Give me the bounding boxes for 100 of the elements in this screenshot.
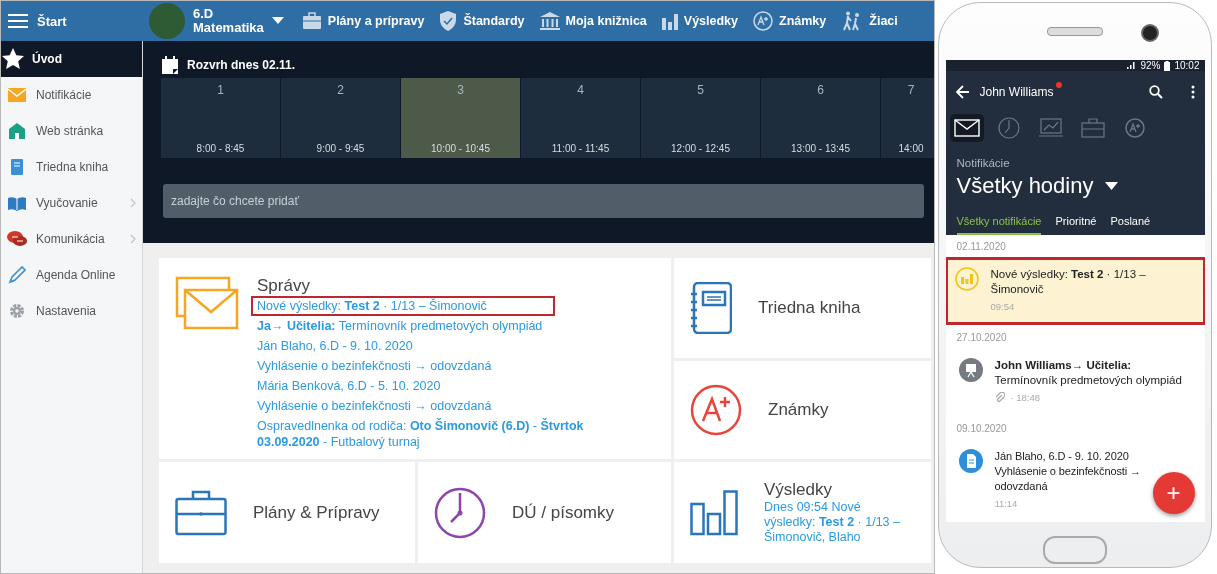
chevron-right-icon [130, 234, 136, 244]
clock-icon [434, 486, 486, 539]
more-icon [1190, 85, 1195, 99]
filter-tab[interactable]: Prioritné [1055, 215, 1097, 235]
grade-icon [753, 11, 774, 31]
filter-dropdown[interactable]: Všetky hodiny [956, 173, 1094, 199]
notification-text: John Williams→ Učitelia: Termínovník predmetových olympiád [994, 358, 1183, 388]
card-title: DÚ / písomky [512, 502, 615, 523]
signal-icon [1126, 61, 1137, 70]
sidebar-item[interactable]: Agenda Online [1, 257, 142, 293]
nav-link[interactable]: Výsledky [661, 12, 739, 30]
bar-chart-icon [690, 489, 738, 536]
notification-time: 11:14 [994, 497, 1018, 511]
schedule-title: Rozvrh dnes 02.11. [187, 58, 296, 72]
battery-level: 92% [1140, 60, 1161, 71]
notebook-icon [10, 158, 24, 176]
sidebar-item[interactable]: Web stránka [1, 113, 142, 149]
notebook-icon [690, 282, 732, 334]
photo-placeholder [149, 3, 185, 39]
nav-link[interactable]: Moja knižnica [539, 12, 647, 30]
tile-card[interactable]: Známky [674, 361, 931, 459]
document-icon [958, 449, 983, 473]
house-icon [8, 122, 26, 140]
caret-icon [271, 17, 284, 25]
lesson-period[interactable]: 1 8:00 - 8:45 [161, 78, 280, 158]
clock-icon [997, 117, 1020, 139]
start-menu-button[interactable]: Štart [1, 13, 137, 29]
star-icon [1, 47, 25, 71]
sidebar-item[interactable]: Komunikácia [1, 221, 142, 257]
notification-item[interactable]: John Williams→ Učitelia: Termínovník predmetových olympiád · 18:48 [945, 348, 1205, 416]
menu-icon [8, 13, 28, 29]
sidebar-item[interactable]: Notifikácie [1, 77, 142, 113]
columns-building-icon [539, 12, 560, 30]
date-label: 27.10.2020 [955, 331, 1008, 345]
calendar-icon [161, 55, 179, 75]
speaker-grille [1047, 27, 1103, 36]
pen-icon [8, 266, 26, 284]
card-title: Triedna kniha [758, 298, 861, 318]
open-book-icon [7, 195, 27, 211]
card-title: Plány & Prípravy [253, 502, 380, 523]
back-arrow-icon [955, 85, 970, 99]
add-button[interactable]: + [1152, 472, 1195, 514]
notification-time: · 18:48 [1010, 391, 1041, 405]
envelope-icon [953, 119, 980, 137]
speech-bubbles-icon [7, 230, 27, 248]
envelope-icon [175, 276, 239, 332]
icon-tab[interactable] [949, 114, 984, 142]
card-title: Známky [768, 400, 829, 420]
card-title: Výsledky [764, 480, 834, 500]
battery-icon [1164, 60, 1171, 71]
card-title: Správy [257, 276, 311, 296]
nav-link[interactable]: Štandardy [439, 11, 525, 31]
notification-item[interactable]: Ján Blaho, 6.D - 9. 10. 2020 Vyhlásenie o bezinfekčnosti → odovzdaná 11:14 [945, 439, 1155, 522]
tile-card[interactable]: Plány & Prípravy [159, 462, 415, 563]
section-label: Notifikácie [955, 156, 1011, 169]
chevron-right-icon [130, 198, 136, 208]
search-icon [1148, 85, 1163, 99]
tile-card[interactable]: Triedna kniha [674, 258, 931, 358]
briefcase-icon [301, 12, 322, 30]
bar-chart-icon [661, 12, 678, 30]
notification-text: Nové výsledky: Test 2 · 1/13 – Šimonovič [990, 267, 1147, 297]
nav-link[interactable]: Žiaci [841, 11, 898, 31]
notification-time: 09:54 [990, 300, 1015, 314]
envelope-icon [8, 88, 26, 102]
date-label: 09.10.2020 [955, 422, 1008, 436]
briefcase-icon [175, 489, 227, 536]
notification-text: Ján Blaho, 6.D - 9. 10. 2020 Vyhlásenie o bezinfekčnosti → odovzdaná [994, 449, 1142, 494]
easel-icon [958, 358, 983, 382]
add-input-field[interactable]: zadajte čo chcete pridať [163, 184, 924, 218]
line-chart-icon [1038, 118, 1063, 138]
lesson-period[interactable]: 3 10:00 - 10:45 [401, 78, 520, 158]
filter-tab[interactable]: Poslané [1110, 215, 1151, 235]
shield-icon [439, 11, 458, 31]
lesson-period[interactable]: 7 14:00 [881, 78, 934, 158]
gear-icon [8, 302, 26, 320]
lesson-period[interactable]: 6 13:00 - 13:45 [761, 78, 880, 158]
sidebar-item[interactable]: Vyučovanie [1, 185, 142, 221]
sidebar-item[interactable]: Nastavenia [1, 293, 142, 329]
notification-item[interactable]: Nové výsledky: Test 2 · 1/13 – Šimonovič 09:54 [945, 257, 1205, 325]
chart-circle-icon [954, 267, 979, 291]
class-selector[interactable]: 6.D Matematika [193, 7, 264, 35]
camera-lens [1141, 24, 1159, 42]
user-name[interactable]: John Williams [979, 85, 1054, 99]
sidebar-item[interactable]: Úvod [1, 41, 142, 77]
tile-card[interactable]: Výsledky Dnes 09:54 Nové výsledky: Test 2 · 1/13 – Šimonovič, Blaho [674, 462, 931, 563]
filter-tab[interactable]: Všetky notifikácie [956, 215, 1042, 235]
nav-link[interactable]: Známky [753, 11, 827, 31]
sidebar-item[interactable]: Triedna kniha [1, 149, 142, 185]
lesson-period[interactable]: 2 9:00 - 9:45 [281, 78, 400, 158]
lesson-period[interactable]: 4 11:00 - 11:45 [521, 78, 640, 158]
tile-card[interactable]: DÚ / písomky [418, 462, 671, 563]
clock-time: 10:02 [1174, 60, 1200, 71]
briefcase-icon [1080, 118, 1105, 138]
grade-icon [690, 384, 742, 436]
caret-icon [1105, 182, 1119, 190]
lesson-period[interactable]: 5 12:00 - 12:45 [641, 78, 760, 158]
card-summary: Dnes 09:54 Nové výsledky: Test 2 · 1/13 – Šimonovič, Blaho [764, 500, 901, 545]
grade-icon [1124, 118, 1145, 138]
nav-link[interactable]: Plány a prípravy [301, 12, 425, 30]
date-label: 02.11.2020 [955, 240, 1007, 254]
